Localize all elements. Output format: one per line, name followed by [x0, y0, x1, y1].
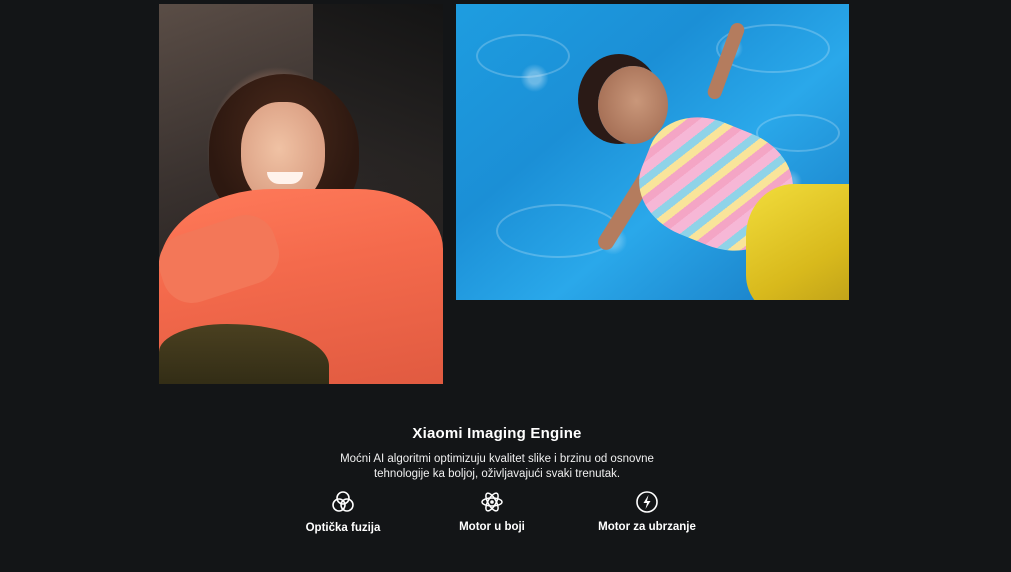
page: Xiaomi Imaging Engine Moćni AI algoritmi…	[0, 0, 1011, 572]
feature-label: Motor za ubrzanje	[598, 521, 696, 533]
engine-description-line-2: tehnologije ka boljoj, oživljavajući sva…	[373, 468, 621, 480]
engine-title: Xiaomi Imaging Engine	[412, 425, 582, 442]
feature-color-engine: Motor u boji	[427, 490, 557, 533]
color-engine-icon	[481, 492, 503, 512]
engine-description: Moćni AI algoritmi optimizuju kvalitet s…	[322, 452, 672, 482]
feature-label: Optička fuzija	[305, 522, 381, 534]
feature-label: Motor u boji	[459, 521, 525, 533]
pool-photo	[456, 4, 849, 300]
engine-description-line-1: Moćni AI algoritmi optimizuju kvalitet s…	[340, 453, 654, 465]
feature-acceleration-engine: Motor za ubrzanje	[582, 490, 712, 533]
optical-fusion-icon	[332, 491, 354, 512]
feature-optical-fusion: Optička fuzija	[278, 490, 408, 534]
acceleration-engine-icon	[636, 491, 658, 513]
portrait-photo	[159, 4, 443, 384]
